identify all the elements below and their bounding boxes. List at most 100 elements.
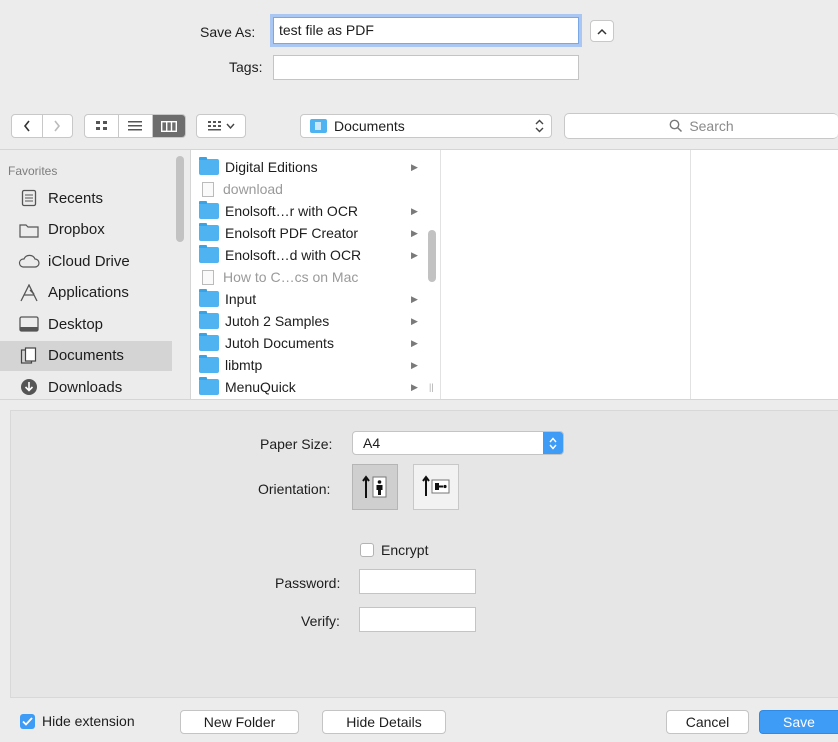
sidebar-item-label: Documents — [48, 347, 124, 364]
password-input[interactable] — [359, 569, 476, 594]
sidebar-scrollbar[interactable] — [176, 156, 184, 242]
file-name: Input — [225, 291, 257, 307]
folder-row[interactable]: Input ▶ — [191, 288, 423, 310]
chevron-right-icon — [54, 120, 61, 132]
sidebar-item-icloud-drive[interactable]: iCloud Drive — [0, 246, 172, 276]
chevron-left-icon — [23, 120, 30, 132]
sidebar-item-dropbox[interactable]: Dropbox — [0, 215, 172, 245]
arrange-icon — [207, 120, 221, 130]
empty-column — [441, 150, 691, 400]
disclosure-arrow-icon: ▶ — [411, 315, 418, 326]
file-name: Jutoh 2 Samples — [225, 313, 330, 329]
landscape-button[interactable] — [413, 464, 459, 510]
folder-row[interactable]: libmtp ▶ — [191, 354, 423, 376]
sidebar: Favorites Recents Dropbox iCloud Drive Appl… — [0, 150, 191, 400]
column-view-button[interactable] — [151, 115, 185, 137]
file-row[interactable]: download — [191, 178, 423, 200]
location-label: Documents — [334, 118, 405, 134]
new-folder-button[interactable]: New Folder — [180, 710, 299, 734]
folder-row[interactable]: MenuQuick ▶ — [191, 376, 423, 398]
landscape-icon — [422, 475, 450, 496]
disclosure-arrow-icon: ▶ — [411, 337, 418, 348]
tags-label: Tags: — [229, 59, 263, 75]
folder-row[interactable]: Jutoh Documents ▶ — [191, 332, 423, 354]
sidebar-item-downloads[interactable]: Downloads — [0, 372, 172, 400]
forward-button[interactable] — [41, 115, 72, 137]
document-icon — [202, 269, 214, 285]
paper-size-value: A4 — [363, 435, 381, 451]
file-name: MenuQuick — [225, 379, 296, 395]
orientation-label: Orientation: — [258, 481, 331, 497]
recents-icon — [18, 188, 40, 208]
updown-icon — [535, 119, 544, 133]
desktop-icon — [18, 314, 40, 334]
icon-view-button[interactable] — [85, 115, 118, 137]
list-icon — [128, 121, 143, 131]
paper-size-label: Paper Size: — [260, 436, 333, 452]
sidebar-item-applications[interactable]: Applications — [0, 278, 172, 308]
encrypt-checkbox[interactable] — [360, 543, 374, 557]
cancel-button[interactable]: Cancel — [666, 710, 749, 734]
sidebar-item-recents[interactable]: Recents — [0, 183, 172, 213]
disclosure-arrow-icon: ▶ — [411, 227, 418, 238]
encrypt-label: Encrypt — [381, 542, 429, 558]
file-name: download — [223, 181, 283, 197]
paper-size-select[interactable]: A4 — [352, 431, 564, 455]
folder-icon — [199, 333, 219, 351]
back-button[interactable] — [12, 115, 42, 137]
verify-label: Verify: — [301, 613, 340, 629]
folder-icon — [18, 220, 40, 240]
location-popup[interactable]: Documents — [300, 114, 552, 138]
portrait-button[interactable] — [352, 464, 398, 510]
hide-extension-label: Hide extension — [42, 713, 135, 729]
column-scrollbar[interactable] — [428, 230, 436, 282]
hide-details-button[interactable]: Hide Details — [322, 710, 446, 734]
downloads-icon — [18, 377, 40, 397]
collapse-button[interactable] — [590, 20, 614, 42]
columns-icon — [160, 120, 177, 132]
search-field[interactable]: Search — [564, 113, 838, 139]
document-icon — [202, 181, 214, 197]
sidebar-item-documents[interactable]: Documents — [0, 340, 172, 371]
folder-row[interactable]: Enolsoft…d with OCR ▶ — [191, 244, 423, 266]
view-mode-control — [84, 114, 186, 138]
sidebar-item-label: Downloads — [48, 378, 123, 396]
back-forward-control — [11, 114, 73, 138]
sidebar-item-label: Desktop — [48, 315, 104, 333]
file-name: Enolsoft…d with OCR — [225, 247, 362, 263]
file-name: Enolsoft PDF Creator — [225, 225, 359, 241]
arrange-button[interactable] — [196, 114, 246, 138]
portrait-icon — [362, 475, 387, 498]
disclosure-arrow-icon: ▶ — [411, 249, 418, 260]
documents-folder-icon — [310, 119, 327, 133]
folder-row[interactable]: Jutoh 2 Samples ▶ — [191, 310, 423, 332]
file-row[interactable]: How to C…cs on Mac — [191, 266, 423, 288]
select-stepper — [543, 432, 563, 454]
column-resize-handle[interactable]: || — [429, 382, 434, 392]
applications-icon — [18, 283, 40, 303]
sidebar-item-desktop[interactable]: Desktop — [0, 309, 172, 339]
folder-icon — [199, 223, 219, 241]
verify-input[interactable] — [359, 607, 476, 632]
folder-icon — [199, 289, 219, 307]
checkmark-icon — [22, 717, 33, 726]
file-name: libmtp — [225, 357, 263, 373]
file-name: Digital Editions — [225, 159, 318, 175]
list-view-button[interactable] — [118, 115, 151, 137]
hide-extension-checkbox[interactable] — [20, 714, 35, 729]
folder-row[interactable]: Enolsoft PDF Creator ▶ — [191, 222, 423, 244]
save-as-input[interactable]: test file as PDF — [273, 17, 579, 44]
folder-row[interactable]: Digital Editions ▶ — [191, 156, 423, 178]
chevron-up-icon — [597, 28, 607, 35]
chevron-down-icon — [225, 123, 235, 129]
save-button[interactable]: Save — [759, 710, 838, 734]
folder-row[interactable]: Enolsoft…r with OCR ▶ — [191, 200, 423, 222]
pdf-options-panel: Paper Size: A4 Orientation: Encrypt Pass… — [10, 410, 838, 698]
tags-input[interactable] — [273, 55, 579, 80]
search-icon — [669, 119, 683, 133]
folder-icon — [199, 157, 219, 175]
file-column: Digital Editions ▶ download Enolsoft…r with… — [191, 150, 441, 400]
updown-icon — [549, 436, 557, 450]
disclosure-arrow-icon: ▶ — [411, 381, 418, 392]
partial-row — [199, 150, 339, 153]
